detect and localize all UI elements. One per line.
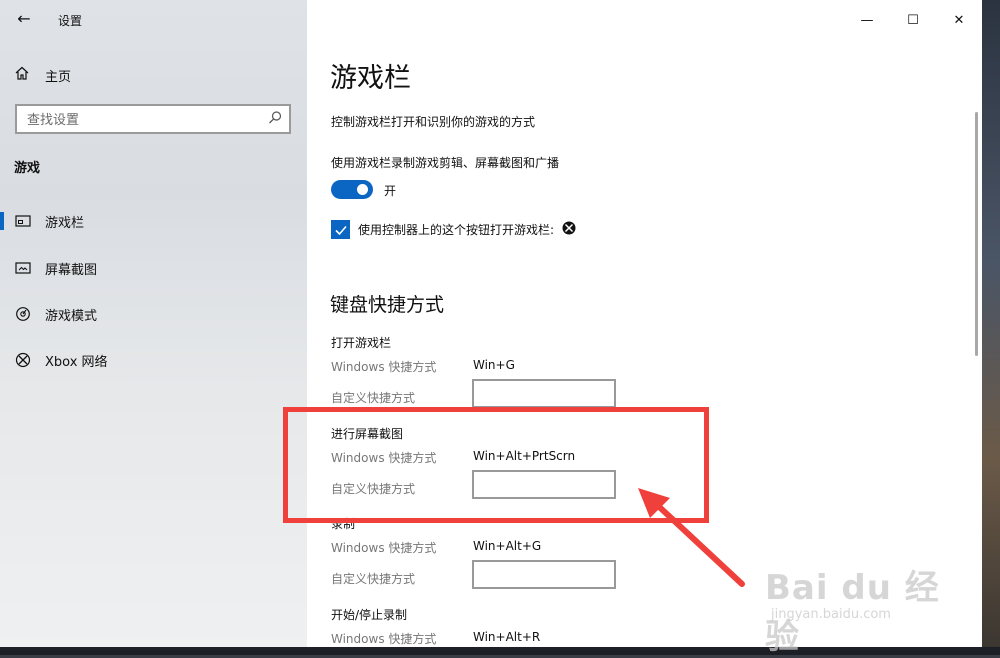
sidebar-item-screenshot[interactable]: 屏幕截图 <box>0 250 307 286</box>
page-description: 控制游戏栏打开和识别你的游戏的方式 <box>331 115 536 129</box>
checkmark-icon <box>334 225 347 235</box>
minimize-button[interactable]: — <box>844 0 890 40</box>
scrollbar[interactable] <box>975 112 978 356</box>
annotation-arrow-icon <box>638 488 745 587</box>
windows-shortcut-label: Windows 快捷方式 <box>331 541 437 555</box>
maximize-icon: ☐ <box>907 12 919 28</box>
custom-shortcut-label: 自定义快捷方式 <box>331 572 416 586</box>
windows-shortcut-value: Win+Alt+G <box>473 539 542 553</box>
custom-shortcut-input[interactable] <box>472 379 616 408</box>
sidebar-item-label: Xbox 网络 <box>45 354 108 370</box>
search-input[interactable] <box>25 109 269 131</box>
back-arrow-icon: ← <box>17 9 31 28</box>
sidebar-item-home[interactable]: 主页 <box>14 64 71 86</box>
desktop-background <box>980 0 1000 655</box>
sidebar: ← 设置 主页 游戏 游戏栏 屏幕截图 <box>0 0 307 650</box>
toggle-state-label: 开 <box>384 184 397 198</box>
section-heading: 游戏 <box>14 161 41 176</box>
windows-shortcut-value: Win+Alt+R <box>473 630 541 644</box>
custom-shortcut-input[interactable] <box>472 560 616 589</box>
game-mode-icon <box>14 306 32 322</box>
checkbox-label: 使用控制器上的这个按钮打开游戏栏: <box>358 221 576 238</box>
xbox-logo-icon <box>562 221 576 238</box>
sidebar-item-label: 游戏模式 <box>45 308 98 324</box>
search-icon[interactable] <box>267 110 283 126</box>
windows-shortcut-label: Windows 快捷方式 <box>331 632 437 646</box>
sidebar-item-xbox-network[interactable]: Xbox 网络 <box>0 342 307 378</box>
windows-shortcut-value: Win+G <box>473 358 515 372</box>
watermark: Bai du 经验 jingyan.baidu.com <box>765 560 965 657</box>
game-bar-icon <box>14 213 32 229</box>
toggle-label: 使用游戏栏录制游戏剪辑、屏幕截图和广播 <box>331 156 560 170</box>
watermark-url: jingyan.baidu.com <box>771 607 891 622</box>
minimize-icon: — <box>860 12 874 28</box>
sidebar-item-game-bar[interactable]: 游戏栏 <box>0 203 307 239</box>
shortcut-group-title: 开始/停止录制 <box>331 608 408 622</box>
sidebar-item-label: 主页 <box>45 69 72 85</box>
checkbox-label-text: 使用控制器上的这个按钮打开游戏栏: <box>358 223 555 237</box>
page-title: 游戏栏 <box>330 63 411 94</box>
sidebar-item-game-mode[interactable]: 游戏模式 <box>0 296 307 332</box>
maximize-button[interactable]: ☐ <box>890 0 936 40</box>
windows-shortcut-label: Windows 快捷方式 <box>331 360 437 374</box>
close-button[interactable]: ✕ <box>936 0 982 40</box>
xbox-icon <box>14 352 32 368</box>
close-icon: ✕ <box>953 12 965 28</box>
back-button[interactable]: ← <box>14 9 34 29</box>
controller-button-checkbox[interactable] <box>331 220 350 239</box>
home-icon <box>14 65 32 85</box>
shortcut-group-title: 打开游戏栏 <box>331 336 392 350</box>
screenshot-icon <box>14 260 32 276</box>
window-caption-buttons: — ☐ ✕ <box>844 0 982 40</box>
sidebar-item-label: 游戏栏 <box>45 215 85 231</box>
game-bar-toggle[interactable] <box>331 180 373 199</box>
keyboard-shortcuts-heading: 键盘快捷方式 <box>330 294 445 316</box>
sidebar-item-label: 屏幕截图 <box>45 262 98 278</box>
custom-shortcut-label: 自定义快捷方式 <box>331 391 416 405</box>
settings-window: ← 设置 主页 游戏 游戏栏 屏幕截图 <box>0 0 982 650</box>
search-box[interactable] <box>15 104 291 134</box>
app-title: 设置 <box>58 14 83 28</box>
